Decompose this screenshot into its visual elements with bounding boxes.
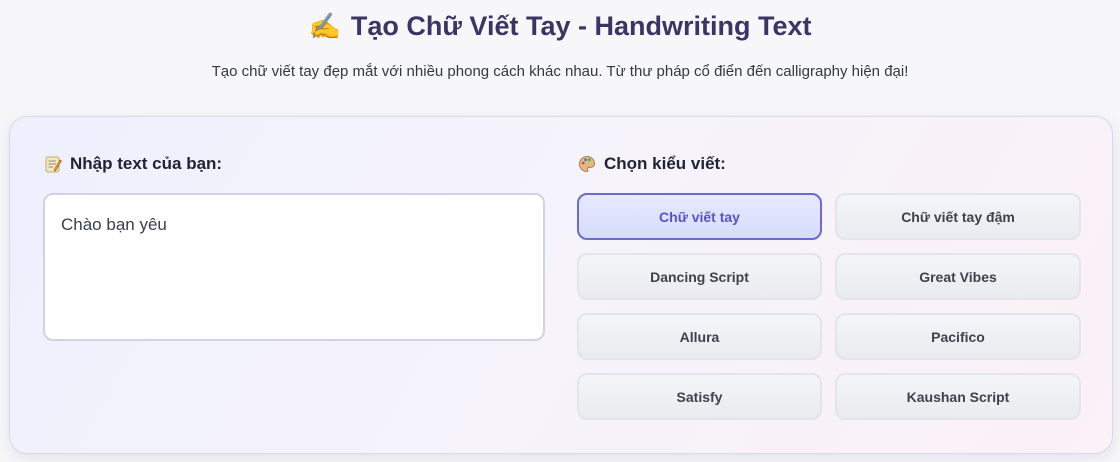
style-option-satisfy[interactable]: Satisfy bbox=[577, 373, 822, 420]
style-option-allura[interactable]: Allura bbox=[577, 313, 822, 360]
style-picker-label-text: Chọn kiểu viết: bbox=[604, 154, 726, 173]
text-input-label-text: Nhập text của bạn: bbox=[70, 154, 223, 173]
style-option-dancing-script[interactable]: Dancing Script bbox=[577, 253, 822, 300]
text-input[interactable]: Chào bạn yêu bbox=[43, 193, 545, 341]
writing-hand-icon: ✍️ bbox=[308, 11, 341, 41]
page-title: ✍️ Tạo Chữ Viết Tay - Handwriting Text bbox=[0, 8, 1120, 44]
memo-icon bbox=[44, 155, 62, 173]
style-option-pacifico[interactable]: Pacifico bbox=[835, 313, 1081, 360]
text-input-label: Nhập text của bạn: bbox=[44, 152, 222, 176]
editor-card: Nhập text của bạn: Chào bạn yêu Chọn kiể… bbox=[9, 116, 1113, 454]
style-option-kaushan-script[interactable]: Kaushan Script bbox=[835, 373, 1081, 420]
style-options-grid: Chữ viết tay Chữ viết tay đậm Dancing Sc… bbox=[577, 193, 1081, 420]
style-option-great-vibes[interactable]: Great Vibes bbox=[835, 253, 1081, 300]
page-title-text: Tạo Chữ Viết Tay - Handwriting Text bbox=[350, 10, 812, 41]
page-subtitle: Tạo chữ viết tay đẹp mắt với nhiều phong… bbox=[211, 63, 909, 80]
palette-icon bbox=[578, 155, 596, 173]
style-option-chu-viet-tay-dam[interactable]: Chữ viết tay đậm bbox=[835, 193, 1081, 240]
style-option-chu-viet-tay[interactable]: Chữ viết tay bbox=[577, 193, 822, 240]
style-picker-label: Chọn kiểu viết: bbox=[578, 152, 726, 176]
